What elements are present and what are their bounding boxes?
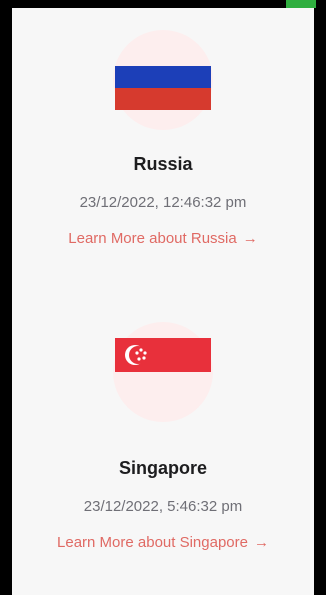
country-name: Singapore (118, 458, 207, 478)
country-name: Russia (133, 154, 193, 174)
flag-background-circle (113, 322, 213, 422)
flag-wrapper (12, 322, 314, 438)
russia-flag (115, 66, 211, 110)
arrow-right-icon: → (242, 230, 258, 247)
top-right-green-accent (286, 0, 316, 8)
learn-more-russia-link[interactable]: Learn More about Russia → (68, 230, 257, 247)
learn-more-label: Learn More about Russia (68, 230, 237, 247)
arrow-right-icon: → (253, 534, 269, 551)
learn-more-singapore-link[interactable]: Learn More about Singapore → (57, 534, 269, 551)
learn-more-label: Learn More about Singapore (57, 534, 248, 551)
singapore-flag (115, 338, 211, 372)
flag-wrapper (12, 22, 314, 132)
country-datetime: 23/12/2022, 12:46:32 pm (79, 194, 247, 211)
country-datetime: 23/12/2022, 5:46:32 pm (83, 498, 243, 515)
country-card-russia: Russia 23/12/2022, 12:46:32 pm Learn Mor… (12, 22, 314, 248)
country-card-list: Russia 23/12/2022, 12:46:32 pm Learn Mor… (12, 8, 314, 595)
country-card-singapore: Singapore 23/12/2022, 5:46:32 pm Learn M… (12, 322, 314, 552)
